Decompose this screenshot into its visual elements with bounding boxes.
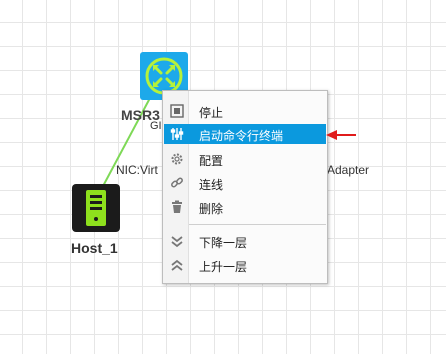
layer-up-icon <box>170 258 184 272</box>
menu-item-layer-down[interactable]: 下降一层 <box>164 231 326 251</box>
topology-canvas[interactable]: MSR3 GI NIC:Virt Adapter Host_1 停止 启动命令行… <box>0 0 446 354</box>
host-device-icon[interactable] <box>72 184 120 232</box>
menu-item-label: 删除 <box>199 202 224 216</box>
menu-separator <box>189 224 326 225</box>
terminal-icon <box>170 127 184 141</box>
layer-down-icon <box>170 234 184 248</box>
annotation-arrow-icon <box>326 130 356 140</box>
stop-icon <box>170 104 184 118</box>
menu-item-label: 连线 <box>199 178 224 192</box>
menu-item-connect[interactable]: 连线 <box>164 173 326 193</box>
link-icon <box>170 176 184 190</box>
menu-item-label: 下降一层 <box>199 236 248 250</box>
link-adapter-label: Adapter <box>327 163 370 177</box>
menu-item-configure[interactable]: 配置 <box>164 149 326 169</box>
menu-item-label: 上升一层 <box>199 260 248 274</box>
menu-item-label: 启动命令行终端 <box>199 129 284 143</box>
menu-item-label: 停止 <box>199 106 224 120</box>
menu-item-delete[interactable]: 删除 <box>164 197 326 217</box>
context-menu: 停止 启动命令行终端 配置 连线 删除 下降一层 上升一层 <box>162 90 328 284</box>
menu-item-layer-up[interactable]: 上升一层 <box>164 255 326 275</box>
router-port-label: GI <box>150 120 162 132</box>
host-label: Host_1 <box>71 240 118 256</box>
trash-icon <box>170 200 184 214</box>
menu-item-label: 配置 <box>199 154 224 168</box>
menu-item-start-terminal[interactable]: 启动命令行终端 <box>164 124 326 144</box>
menu-item-stop[interactable]: 停止 <box>164 101 326 121</box>
link-nic-label: NIC:Virt <box>116 163 158 177</box>
gear-icon <box>170 152 184 166</box>
